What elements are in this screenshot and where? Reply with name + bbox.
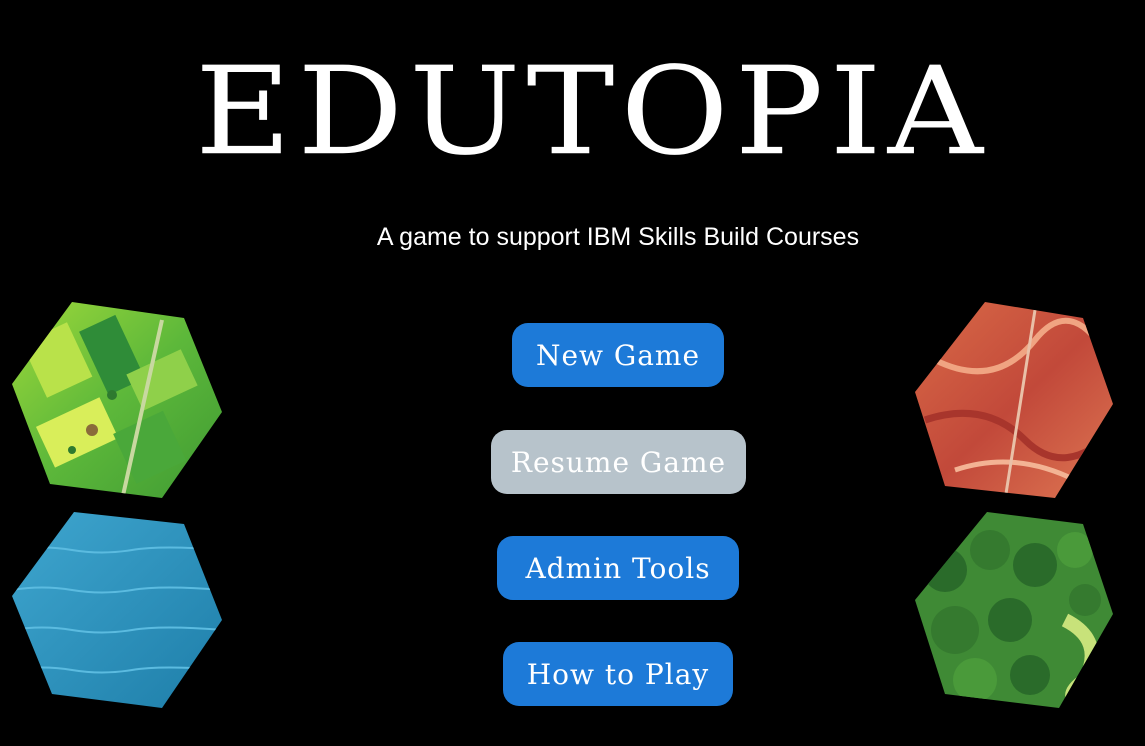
water-hex-tile	[12, 510, 222, 710]
new-game-button[interactable]: New Game	[512, 323, 724, 387]
canyon-hex-tile	[915, 300, 1125, 500]
resume-game-button[interactable]: Resume Game	[491, 430, 746, 494]
game-subtitle: A game to support IBM Skills Build Cours…	[376, 223, 860, 251]
admin-tools-button[interactable]: Admin Tools	[497, 536, 739, 600]
forest-hex-tile	[915, 510, 1125, 710]
how-to-play-button[interactable]: How to Play	[503, 642, 733, 706]
farmland-hex-tile	[12, 300, 222, 500]
game-title: EDUTOPIA	[195, 40, 989, 183]
